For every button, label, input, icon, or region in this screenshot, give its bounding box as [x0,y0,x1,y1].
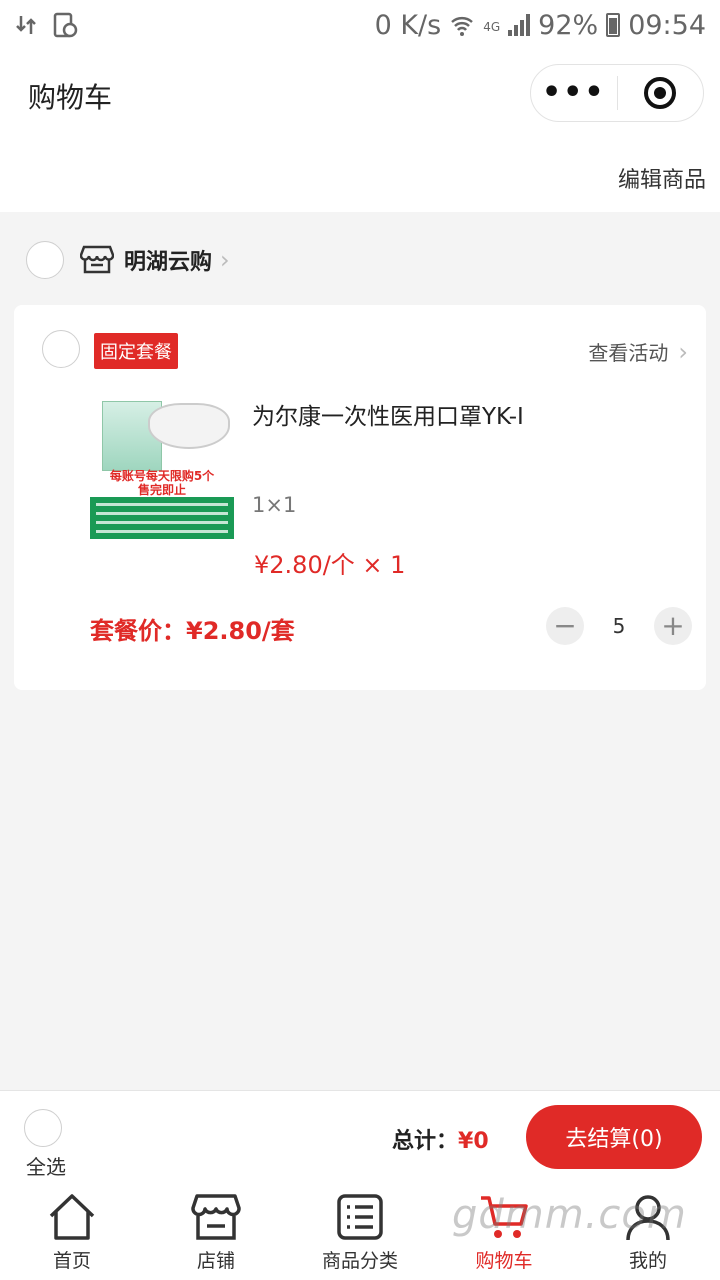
image-promo-text: 每账号每天限购5个 售完即止 [109,469,215,497]
list-icon [337,1194,383,1240]
view-activity-link[interactable]: 查看活动 › [588,337,688,366]
select-all-label[interactable]: 全选 [26,1151,66,1180]
package-badge: 固定套餐 [94,333,178,369]
image-promo-banner [90,497,234,539]
network-speed: 0 K/s [374,9,442,41]
chevron-right-icon: › [220,246,230,274]
select-all-radio[interactable] [24,1109,62,1147]
battery-percent: 92% [538,9,599,41]
total-label: 总计： [392,1129,459,1154]
tab-label: 我的 [628,1250,667,1272]
product-image[interactable]: 每账号每天限购5个 售完即止 [90,397,234,539]
close-mini-program-button[interactable] [618,77,704,109]
shop-name: 明湖云购 [124,250,213,275]
set-price: 套餐价：¥2.80/套 [90,617,295,645]
header: 购物车 ••• 编辑商品 [0,50,720,212]
signal-icon [508,14,531,36]
total-summary: 总计：¥0 [392,1123,489,1155]
tab-label: 购物车 [475,1250,533,1272]
watermark: gdmm.com [452,1192,687,1238]
status-bar: 0 K/s 4G 92% 09:54 [0,0,720,50]
unit-price: ¥2.80/个 × 1 [254,551,406,579]
view-activity-label: 查看活动 [588,341,669,365]
chevron-right-icon: › [678,337,688,366]
product-name[interactable]: 为尔康一次性医用口罩YK-I [252,397,524,431]
more-button[interactable]: ••• [531,78,617,108]
total-value: ¥0 [458,1129,489,1154]
mini-program-capsule: ••• [530,64,704,122]
quantity-stepper: − 5 + [546,607,692,645]
checkout-bar: 全选 总计：¥0 去结算(0) [0,1090,720,1182]
tab-label: 商品分类 [321,1250,398,1272]
store-icon [79,245,115,275]
decrease-button[interactable]: − [546,607,584,645]
wifi-icon [449,12,475,38]
data-transfer-icon [14,12,40,38]
store-icon [191,1194,241,1240]
tab-label: 首页 [52,1250,91,1272]
clock: 09:54 [628,9,706,41]
home-icon [49,1194,95,1240]
checkout-button[interactable]: 去结算(0) [526,1105,702,1169]
shop-row[interactable]: 明湖云购 › [0,238,720,282]
edit-products-button[interactable]: 编辑商品 [618,162,706,194]
product-spec: 1×1 [252,493,297,517]
battery-icon [606,13,621,37]
mask-graphic [148,403,230,449]
package-card: 固定套餐 查看活动 › 每账号每天限购5个 售完即止 为尔康一次性医用口罩YK-… [14,305,706,690]
screen-time-icon [52,12,78,38]
tab-store[interactable]: 店铺 [144,1182,288,1280]
tab-label: 店铺 [196,1250,235,1272]
shop-select-radio[interactable] [26,241,64,279]
tab-home[interactable]: 首页 [0,1182,144,1280]
network-type: 4G [483,19,501,34]
page-title: 购物车 [28,81,113,114]
increase-button[interactable]: + [654,607,692,645]
target-icon [644,77,677,109]
package-select-radio[interactable] [42,330,80,368]
tab-categories[interactable]: 商品分类 [288,1182,432,1280]
quantity-value: 5 [612,614,626,638]
